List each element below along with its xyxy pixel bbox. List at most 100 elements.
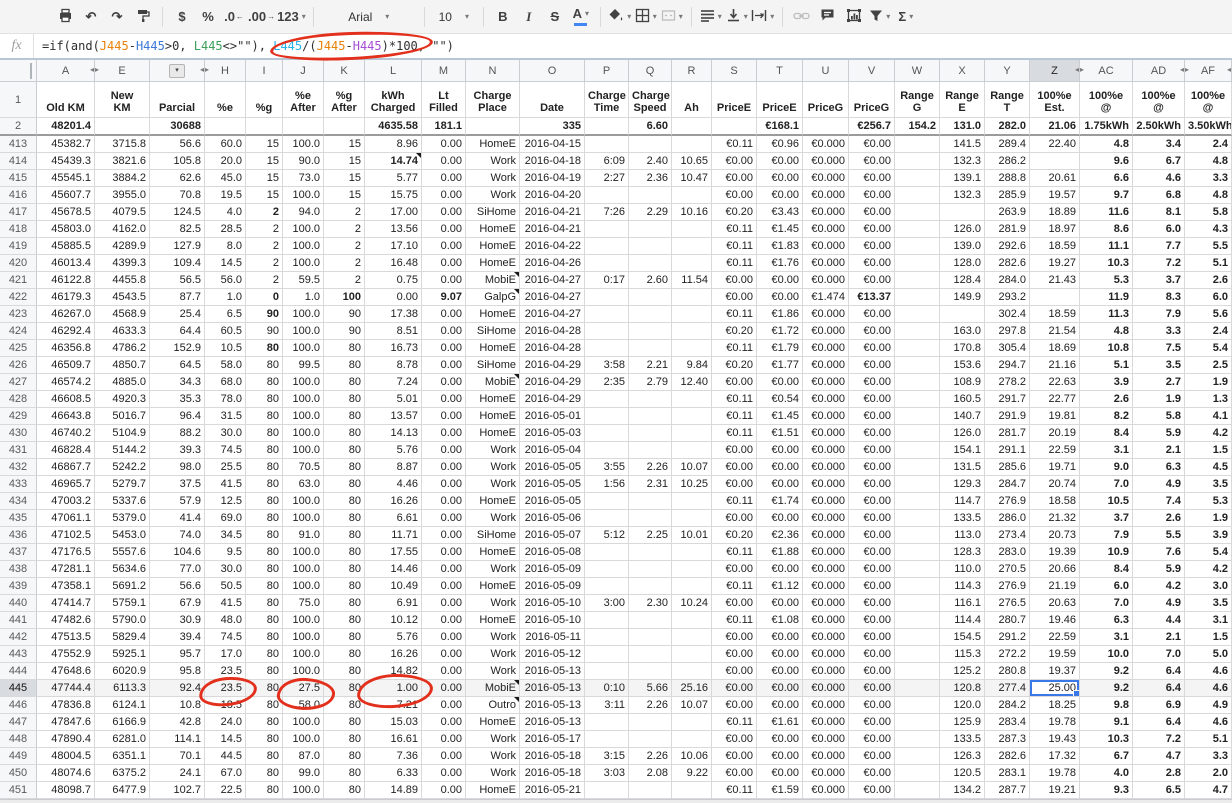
cell[interactable] (672, 238, 712, 255)
cell[interactable]: €0.00 (849, 731, 895, 748)
cell[interactable]: 20.63 (1030, 595, 1080, 612)
cell[interactable] (629, 340, 672, 357)
hidden-columns-indicator[interactable]: ◂ (1227, 65, 1231, 74)
row-header[interactable]: 438 (0, 561, 37, 578)
cell[interactable]: 5.01 (365, 391, 422, 408)
cell[interactable] (895, 561, 940, 578)
cell[interactable]: 20.0 (205, 153, 246, 170)
cell[interactable]: 2016-04-28 (520, 323, 585, 340)
redo-button[interactable]: ↷ (105, 4, 129, 30)
cell[interactable]: 7.4 (1133, 493, 1185, 510)
cell[interactable]: 9.22 (672, 765, 712, 782)
cell[interactable]: 6351.1 (95, 748, 150, 765)
cell[interactable]: €0.000 (803, 221, 849, 238)
cell[interactable]: 3.5 (1185, 476, 1232, 493)
cell[interactable]: 11.6 (1080, 204, 1133, 221)
cell[interactable] (585, 306, 629, 323)
cell[interactable]: €0.000 (803, 578, 849, 595)
cell[interactable]: 80 (324, 697, 365, 714)
cell[interactable]: 80 (324, 374, 365, 391)
cell[interactable]: 8.4 (1080, 425, 1133, 442)
cell[interactable]: 0.00 (422, 765, 466, 782)
cell[interactable] (895, 782, 940, 799)
cell[interactable]: €1.474 (803, 289, 849, 306)
row-header[interactable]: 450 (0, 765, 37, 782)
decrease-decimals-button[interactable]: .0← (222, 4, 246, 30)
cell[interactable] (585, 425, 629, 442)
cell[interactable] (895, 391, 940, 408)
cell[interactable]: €0.000 (803, 170, 849, 187)
cell[interactable]: 80 (324, 442, 365, 459)
cell[interactable]: 46643.8 (37, 408, 95, 425)
cell[interactable]: 6.5 (1133, 782, 1185, 799)
header-cell[interactable]: Charge Time (585, 82, 629, 118)
row-header[interactable]: 419 (0, 238, 37, 255)
cell[interactable]: 80 (324, 561, 365, 578)
cell[interactable]: 18.69 (1030, 340, 1080, 357)
cell[interactable]: 8.6 (1080, 221, 1133, 238)
cell[interactable]: 47176.5 (37, 544, 95, 561)
row-header[interactable]: 418 (0, 221, 37, 238)
cell[interactable]: 90 (246, 306, 283, 323)
cell[interactable]: 80 (246, 493, 283, 510)
cell[interactable]: 0.00 (422, 731, 466, 748)
cell[interactable]: 6.3 (1133, 459, 1185, 476)
header-cell[interactable]: %e (205, 82, 246, 118)
cell[interactable]: 7:26 (585, 204, 629, 221)
cell[interactable]: 132.3 (940, 187, 985, 204)
cell[interactable]: €0.000 (803, 442, 849, 459)
cell[interactable]: 10.07 (672, 459, 712, 476)
cell[interactable]: 0.00 (422, 374, 466, 391)
cell[interactable]: 6.4 (1133, 714, 1185, 731)
cell[interactable] (672, 340, 712, 357)
row-header[interactable]: 445 (0, 680, 37, 697)
cell[interactable]: 0.00 (422, 629, 466, 646)
row-header[interactable]: 440 (0, 595, 37, 612)
row-header[interactable]: 424 (0, 323, 37, 340)
cell[interactable]: 0.00 (422, 459, 466, 476)
cell[interactable]: 30.0 (205, 425, 246, 442)
totals-cell[interactable] (283, 118, 324, 136)
cell[interactable]: €0.00 (849, 255, 895, 272)
cell[interactable]: €0.11 (712, 425, 757, 442)
header-cell[interactable]: Charge Speed (629, 82, 672, 118)
cell[interactable]: 80 (246, 680, 283, 697)
header-cell[interactable]: %g (246, 82, 283, 118)
cell[interactable]: 50.5 (205, 578, 246, 595)
cell[interactable]: 67.0 (205, 765, 246, 782)
cell[interactable]: 80 (246, 442, 283, 459)
cell[interactable]: 272.2 (985, 646, 1030, 663)
cell[interactable]: €0.00 (712, 697, 757, 714)
cell[interactable]: 7.2 (1133, 731, 1185, 748)
cell[interactable]: 60.0 (205, 136, 246, 153)
cell[interactable] (895, 646, 940, 663)
cell[interactable]: €0.00 (712, 561, 757, 578)
cell[interactable]: 109.4 (150, 255, 205, 272)
cell[interactable]: 15.03 (365, 714, 422, 731)
cell[interactable] (672, 544, 712, 561)
cell[interactable]: €0.00 (757, 561, 803, 578)
hidden-columns-indicator[interactable]: ◂ (200, 65, 204, 74)
cell[interactable]: 3884.2 (95, 170, 150, 187)
cell[interactable]: 133.5 (940, 731, 985, 748)
row-header[interactable]: 2 (0, 118, 37, 136)
cell[interactable]: €2.36 (757, 527, 803, 544)
cell[interactable]: 45382.7 (37, 136, 95, 153)
cell[interactable]: 4920.3 (95, 391, 150, 408)
horizontal-align-button[interactable]: ▾ (699, 4, 723, 30)
cell[interactable]: 30.9 (150, 612, 205, 629)
cell[interactable]: 141.5 (940, 136, 985, 153)
cell[interactable]: 5379.0 (95, 510, 150, 527)
cell[interactable]: Work (466, 646, 520, 663)
header-cell[interactable]: Parcial (150, 82, 205, 118)
hidden-columns-indicator[interactable]: ▸ (205, 65, 209, 74)
cell[interactable]: 2 (324, 255, 365, 272)
cell[interactable]: €0.00 (849, 527, 895, 544)
cell[interactable] (672, 289, 712, 306)
cell[interactable]: €0.00 (849, 323, 895, 340)
cell[interactable]: 4162.0 (95, 221, 150, 238)
cell[interactable]: 114.3 (940, 578, 985, 595)
cell[interactable] (585, 663, 629, 680)
cell[interactable]: 25.00 (1030, 680, 1080, 697)
cell[interactable]: €0.00 (712, 272, 757, 289)
